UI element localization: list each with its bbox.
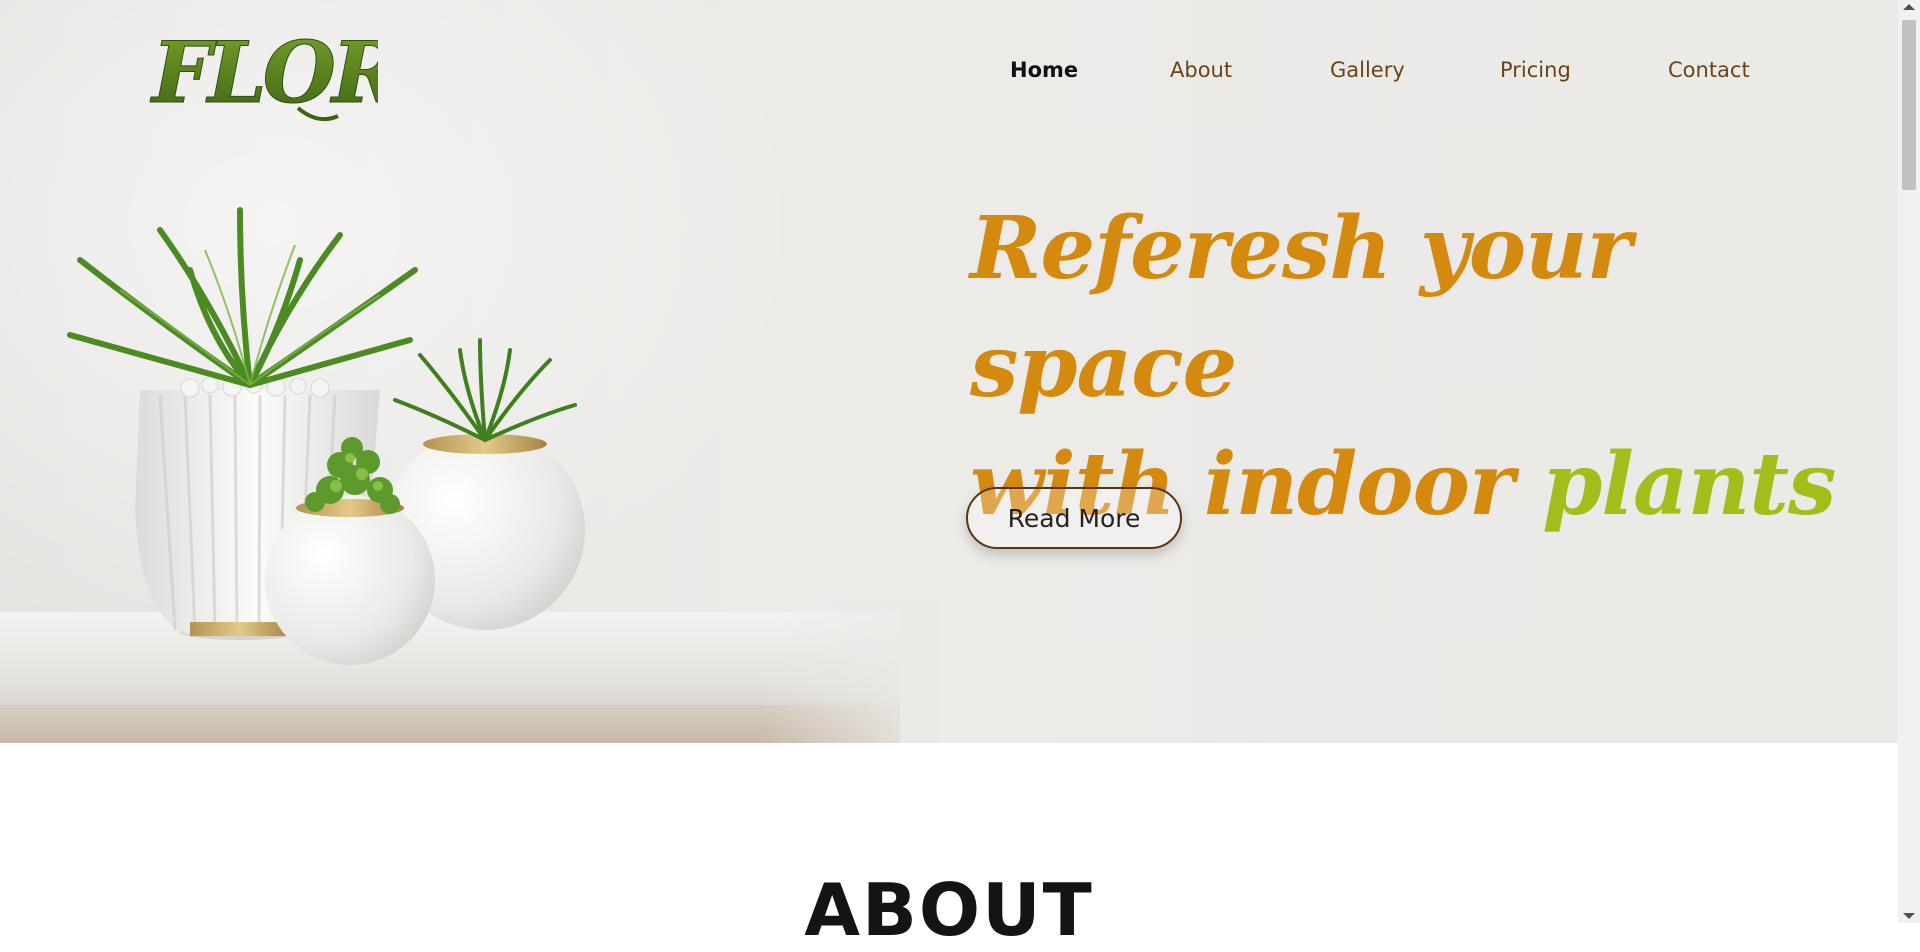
hero-headline-accent: plants xyxy=(1542,434,1836,535)
scroll-up-arrow-icon[interactable] xyxy=(1903,4,1915,10)
nav-gallery[interactable]: Gallery xyxy=(1330,58,1405,82)
nav-about[interactable]: About xyxy=(1170,58,1232,82)
nav-home[interactable]: Home xyxy=(1010,58,1078,82)
read-more-label: Read More xyxy=(1007,503,1141,533)
about-section-title: ABOUT xyxy=(804,868,1094,952)
nav-pricing[interactable]: Pricing xyxy=(1500,58,1571,82)
read-more-button[interactable]: Read More xyxy=(966,487,1182,549)
shelf-fade xyxy=(760,600,940,743)
flora-logo[interactable]: FLORA xyxy=(148,20,379,130)
scroll-down-arrow-icon[interactable] xyxy=(1903,913,1915,919)
hero-section: FLORA Home About Gallery Pricing Contact… xyxy=(0,0,1898,743)
main-nav: Home About Gallery Pricing Contact xyxy=(1010,58,1770,88)
hero-headline-line1: Referesh your space xyxy=(970,198,1632,417)
scroll-thumb[interactable] xyxy=(1902,20,1916,190)
page-scrollbar[interactable] xyxy=(1898,0,1920,923)
logo-text: FLORA xyxy=(150,23,378,122)
nav-contact[interactable]: Contact xyxy=(1668,58,1750,82)
potted-plants-image xyxy=(67,207,585,665)
